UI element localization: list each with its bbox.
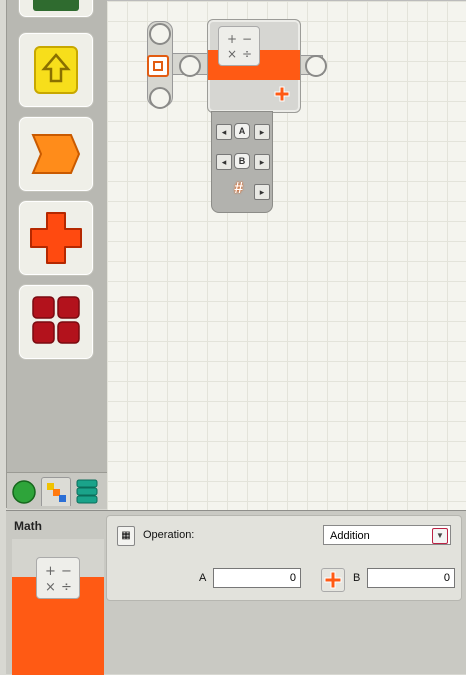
svg-text:+: + xyxy=(227,32,237,46)
start-ring-top[interactable] xyxy=(149,23,171,45)
palette-item-action[interactable] xyxy=(18,200,94,276)
sequence-ring-left[interactable] xyxy=(179,55,201,77)
plus-cross-icon xyxy=(274,86,290,102)
operation-label: Operation: xyxy=(143,529,195,541)
result-output[interactable]: ▸ xyxy=(254,184,270,200)
port-a-input[interactable]: ◂ xyxy=(216,124,232,140)
multicolor-blocks-icon xyxy=(47,483,66,502)
sensor-tag-icon xyxy=(31,134,81,174)
b-label: B xyxy=(353,572,361,584)
tab-common-palette[interactable] xyxy=(10,477,38,505)
program-canvas[interactable]: + − × ÷ ◂ A ▸ ◂ B ▸ # ▸ xyxy=(107,0,466,511)
operation-select[interactable]: Addition ▼ xyxy=(323,525,451,545)
result-port-label: # xyxy=(234,180,243,197)
chevron-down-icon[interactable]: ▼ xyxy=(432,528,448,544)
config-body: ▦ Operation: Addition ▼ A 0 B 0 xyxy=(106,515,462,601)
svg-text:÷: ÷ xyxy=(242,47,252,61)
port-b-output[interactable]: ▸ xyxy=(254,154,270,170)
math-operators-icon: + − × ÷ xyxy=(36,557,80,599)
a-value-input[interactable]: 0 xyxy=(213,568,301,588)
palette-item-sensor[interactable] xyxy=(18,116,94,192)
port-b-input[interactable]: ◂ xyxy=(216,154,232,170)
four-squares-icon xyxy=(32,296,80,344)
tab-complete-palette[interactable] xyxy=(41,477,71,506)
port-a-output[interactable]: ▸ xyxy=(254,124,270,140)
svg-text:−: − xyxy=(242,32,252,46)
plus-cross-icon[interactable] xyxy=(321,568,345,592)
move-arrow-icon xyxy=(34,46,78,94)
a-label: A xyxy=(199,572,207,584)
palette-item-partial[interactable] xyxy=(18,0,94,18)
start-point-icon[interactable] xyxy=(147,55,169,77)
config-title: Math xyxy=(14,519,42,533)
svg-text:−: − xyxy=(61,564,72,579)
plus-cross-icon xyxy=(30,212,82,264)
svg-text:+: + xyxy=(45,564,56,579)
b-value-input[interactable]: 0 xyxy=(367,568,455,588)
start-ring-bottom[interactable] xyxy=(149,87,171,109)
green-circle-icon xyxy=(12,480,36,504)
data-hub[interactable]: ◂ A ▸ ◂ B ▸ # ▸ xyxy=(211,111,273,213)
palette-tabs xyxy=(7,472,107,509)
svg-text:×: × xyxy=(45,580,56,595)
sequence-ring-right[interactable] xyxy=(305,55,327,77)
port-b-label: B xyxy=(234,153,250,169)
svg-text:÷: ÷ xyxy=(61,580,72,595)
palette-item-grid[interactable] xyxy=(18,284,94,360)
block-preview: + − × ÷ xyxy=(12,539,104,675)
math-operators-icon: + − × ÷ xyxy=(218,26,260,66)
calculator-icon: ▦ xyxy=(117,526,135,546)
svg-text:×: × xyxy=(227,47,237,61)
operation-value: Addition xyxy=(330,530,370,542)
tab-custom-palette[interactable] xyxy=(73,477,101,505)
port-a-label: A xyxy=(234,123,250,139)
teal-stack-icon xyxy=(76,479,98,504)
math-block[interactable]: + − × ÷ xyxy=(207,19,301,113)
block-palette xyxy=(6,0,108,509)
palette-item-move[interactable] xyxy=(18,32,94,108)
config-panel: Math + − × ÷ ▦ Operation: Addition ▼ A 0… xyxy=(6,510,466,675)
